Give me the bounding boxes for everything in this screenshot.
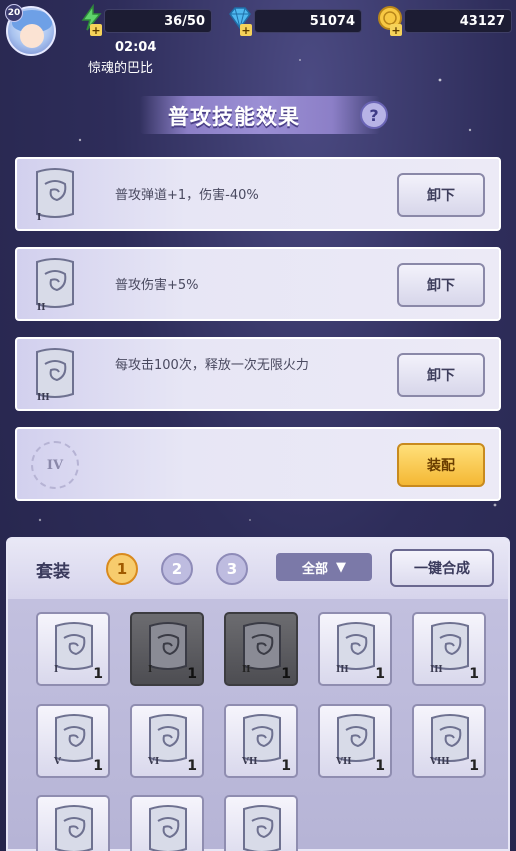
inventory-item[interactable]: VII 1: [224, 704, 298, 778]
inventory-item[interactable]: III 1: [412, 612, 486, 686]
set-tab-3[interactable]: 3: [216, 553, 248, 585]
help-button[interactable]: ?: [360, 101, 388, 129]
skill-numeral: I: [37, 213, 41, 223]
inventory-item[interactable]: [224, 795, 298, 851]
one-click-merge-button[interactable]: 一键合成: [390, 549, 494, 587]
scroll-icon: III: [430, 622, 469, 675]
scroll-icon: [149, 805, 187, 851]
inventory-grid: I 1 I 1 II 1 III 1 III 1 V 1 VI 1 VII 1 …: [8, 599, 508, 851]
inventory-panel: 套装 1 2 3 全部 ▼ 一键合成 I 1 I 1 II 1 III 1 II…: [6, 537, 510, 851]
item-count: 1: [93, 758, 103, 774]
skill-description: 普攻弹道+1，伤害-40%: [115, 188, 259, 203]
skill-scroll-icon: III: [36, 348, 74, 403]
scroll-icon: VII: [241, 714, 281, 767]
empty-slot-numeral: IV: [31, 441, 79, 489]
item-numeral: VII: [241, 757, 257, 767]
gem-counter: 51074: [254, 9, 362, 33]
scroll-icon: III: [336, 622, 375, 675]
inventory-item[interactable]: VIII 1: [412, 704, 486, 778]
energy-timer: 02:04: [115, 40, 157, 55]
filter-dropdown[interactable]: 全部 ▼: [276, 553, 372, 581]
item-count: 1: [469, 666, 479, 682]
item-numeral: I: [148, 665, 152, 675]
skill-numeral: III: [37, 393, 50, 403]
scroll-icon: I: [54, 622, 93, 675]
avatar-face: [20, 24, 44, 48]
item-numeral: III: [336, 665, 349, 675]
inventory-item[interactable]: [36, 795, 110, 851]
inventory-item[interactable]: III 1: [318, 612, 392, 686]
inventory-item[interactable]: I 1: [130, 612, 204, 686]
scroll-icon: VI: [147, 714, 187, 767]
item-numeral: II: [242, 665, 250, 675]
scroll-icon: [243, 805, 281, 851]
dropdown-arrow-icon: ▼: [336, 559, 346, 575]
skill-description: 普攻伤害+5%: [115, 278, 199, 293]
item-count: 1: [375, 666, 385, 682]
skill-scroll-icon: II: [36, 258, 74, 313]
skill-numeral: II: [37, 303, 45, 313]
item-count: 1: [281, 758, 291, 774]
item-count: 1: [187, 758, 197, 774]
skill-slot-1: I 普攻弹道+1，伤害-40% 卸下: [15, 157, 501, 231]
unequip-button[interactable]: 卸下: [397, 353, 485, 397]
unequip-button[interactable]: 卸下: [397, 263, 485, 307]
scroll-icon: VIII: [429, 714, 469, 767]
skill-slot-3: III 每攻击100次，释放一次无限火力 卸下: [15, 337, 501, 411]
inventory-item[interactable]: VII 1: [318, 704, 392, 778]
item-numeral: VII: [335, 757, 351, 767]
set-tab-1[interactable]: 1: [106, 553, 138, 585]
filter-label: 全部: [301, 561, 328, 577]
item-count: 1: [375, 758, 385, 774]
skill-slot-2: II 普攻伤害+5% 卸下: [15, 247, 501, 321]
inventory-item[interactable]: V 1: [36, 704, 110, 778]
inventory-item[interactable]: II 1: [224, 612, 298, 686]
page-title: 普攻技能效果: [168, 105, 300, 129]
skill-scroll-icon: I: [36, 168, 74, 223]
item-numeral: V: [53, 757, 62, 767]
inventory-header: 套装 1 2 3 全部 ▼ 一键合成: [8, 539, 508, 599]
skill-slot-4-empty: IV 装配: [15, 427, 501, 501]
add-energy-button[interactable]: +: [90, 24, 102, 36]
player-name: 惊魂的巴比: [88, 61, 154, 76]
skill-description: 每攻击100次，释放一次无限火力: [115, 358, 309, 373]
item-numeral: III: [430, 665, 443, 675]
item-count: 1: [93, 666, 103, 682]
scroll-icon: II: [242, 622, 281, 675]
unequip-button[interactable]: 卸下: [397, 173, 485, 217]
item-count: 1: [281, 666, 291, 682]
item-count: 1: [469, 758, 479, 774]
scroll-icon: I: [148, 622, 187, 675]
set-tab-2[interactable]: 2: [161, 553, 193, 585]
scroll-icon: V: [53, 714, 93, 767]
player-level-badge: 20: [5, 4, 23, 22]
scroll-icon: [55, 805, 93, 851]
item-numeral: VI: [147, 757, 159, 767]
inventory-item[interactable]: [130, 795, 204, 851]
inventory-item[interactable]: VI 1: [130, 704, 204, 778]
inventory-item[interactable]: I 1: [36, 612, 110, 686]
item-count: 1: [187, 666, 197, 682]
equip-button[interactable]: 装配: [397, 443, 485, 487]
add-coins-button[interactable]: +: [390, 24, 402, 36]
scroll-icon: VII: [335, 714, 375, 767]
add-gems-button[interactable]: +: [240, 24, 252, 36]
coin-counter: 43127: [404, 9, 512, 33]
set-label: 套装: [36, 562, 70, 582]
item-numeral: I: [54, 665, 58, 675]
item-numeral: VIII: [429, 757, 450, 767]
energy-counter: 36/50: [104, 9, 212, 33]
